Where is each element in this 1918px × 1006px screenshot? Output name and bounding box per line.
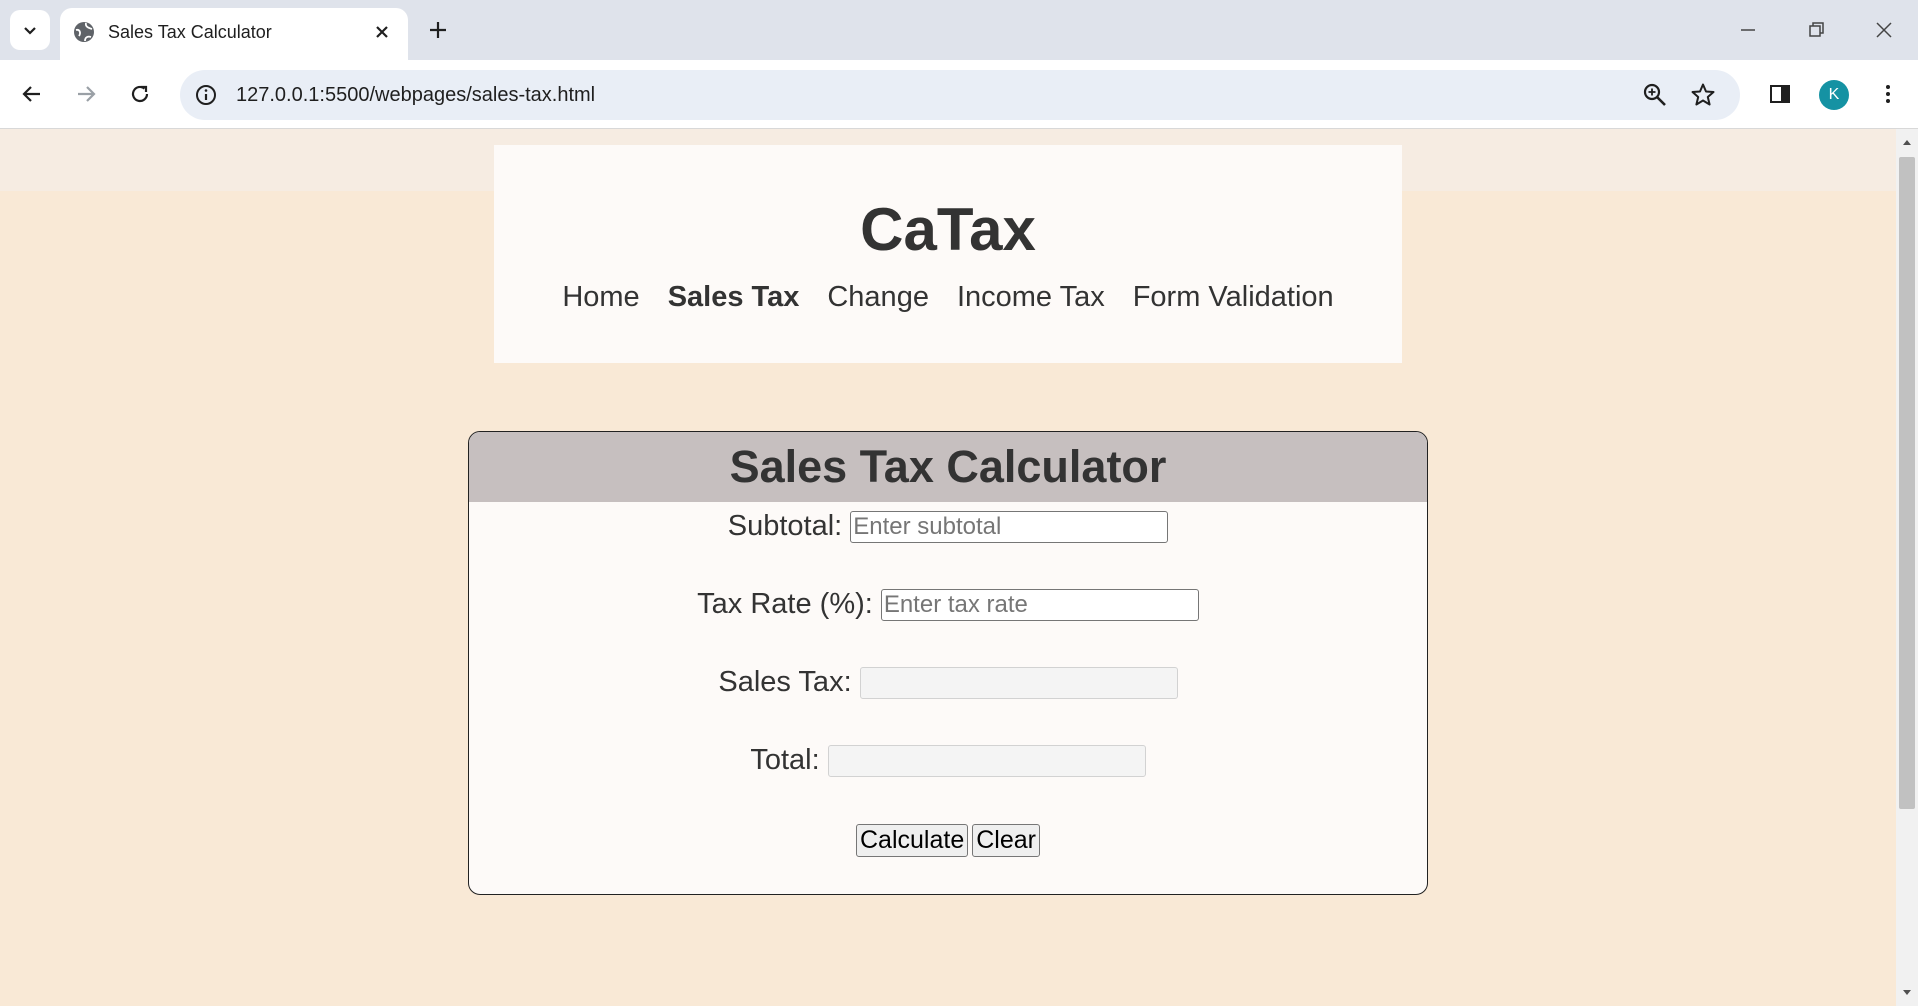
scroll-down-arrow-icon[interactable] (1900, 986, 1914, 1000)
close-icon[interactable] (370, 20, 394, 44)
page-scrollbar[interactable] (1896, 129, 1918, 1006)
window-close-icon[interactable] (1870, 16, 1898, 44)
subtotal-label: Subtotal: (727, 510, 843, 542)
reload-button[interactable] (122, 76, 158, 112)
tab-title: Sales Tax Calculator (108, 22, 272, 42)
globe-icon (74, 22, 94, 42)
sales-tax-output (859, 667, 1178, 700)
page-viewport: CaTax Home Sales Tax Change Income Tax Form … (0, 129, 1896, 1006)
url-text: 127.0.0.1:5500/webpages/sales-tax.html (236, 84, 596, 106)
menu-button[interactable] (1872, 78, 1904, 110)
side-panel-button[interactable] (1764, 78, 1796, 110)
tax-rate-input[interactable] (880, 589, 1199, 622)
nav-link-change[interactable]: Change (827, 281, 929, 313)
restore-icon[interactable] (1802, 16, 1830, 44)
total-output (827, 745, 1146, 778)
total-label: Total: (750, 744, 820, 776)
browser-tab[interactable]: Sales Tax Calculator (60, 8, 408, 60)
zoom-icon[interactable] (1642, 82, 1668, 108)
tax-rate-row: Tax Rate (%): (469, 588, 1427, 622)
reload-icon (131, 85, 149, 103)
info-icon[interactable] (194, 83, 218, 107)
button-row: Calculate Clear (469, 824, 1427, 857)
forward-button[interactable] (68, 76, 104, 112)
tab-strip: Sales Tax Calculator (0, 0, 1918, 60)
calculate-button[interactable]: Calculate (856, 824, 969, 857)
address-bar[interactable]: 127.0.0.1:5500/webpages/sales-tax.html (180, 70, 1740, 120)
profile-avatar[interactable]: K (1819, 80, 1849, 110)
nav-link-sales-tax[interactable]: Sales Tax (668, 281, 800, 313)
minimize-icon[interactable] (1734, 16, 1762, 44)
calculator-title: Sales Tax Calculator (469, 432, 1427, 502)
subtotal-row: Subtotal: (469, 510, 1427, 544)
main-nav: Home Sales Tax Change Income Tax Form Valida… (494, 281, 1402, 314)
calculator-card: Sales Tax Calculator Subtotal: Tax Rate … (468, 431, 1428, 895)
tab-search-button[interactable] (10, 10, 50, 50)
site-title: CaTax (860, 196, 1036, 263)
browser-toolbar: 127.0.0.1:5500/webpages/sales-tax.html K (0, 60, 1918, 129)
clear-button[interactable]: Clear (972, 824, 1040, 857)
total-row: Total: (469, 744, 1427, 778)
star-icon[interactable] (1690, 82, 1716, 108)
subtotal-input[interactable] (850, 511, 1169, 544)
site-header: CaTax Home Sales Tax Change Income Tax Form … (494, 145, 1402, 363)
kebab-menu-icon (1886, 85, 1890, 103)
nav-link-income-tax[interactable]: Income Tax (957, 281, 1105, 313)
arrow-right-icon (78, 86, 96, 102)
nav-link-form-validation[interactable]: Form Validation (1133, 281, 1334, 313)
back-button[interactable] (14, 76, 50, 112)
sales-tax-row: Sales Tax: (469, 666, 1427, 700)
chevron-down-icon (24, 27, 36, 35)
nav-link-home[interactable]: Home (562, 281, 639, 313)
sales-tax-label: Sales Tax: (718, 666, 852, 698)
arrow-left-icon (22, 86, 40, 102)
new-tab-icon[interactable] (424, 16, 452, 44)
side-panel-icon (1770, 85, 1790, 103)
tax-rate-label: Tax Rate (%): (697, 588, 873, 620)
scrollbar-thumb[interactable] (1899, 157, 1915, 809)
scroll-up-arrow-icon[interactable] (1900, 135, 1914, 149)
